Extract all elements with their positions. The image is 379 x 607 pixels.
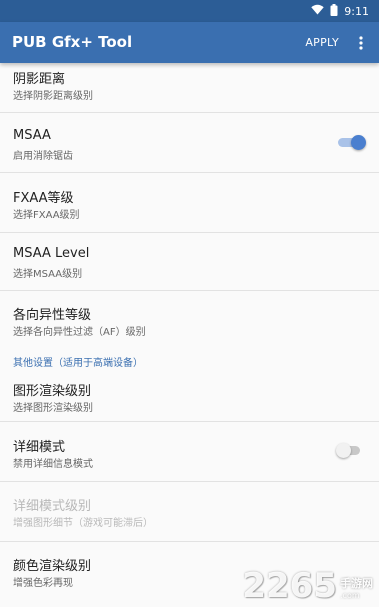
pref-summary: 增强色彩再现 (13, 578, 73, 589)
app-title: PUB Gfx+ Tool (12, 33, 133, 51)
watermark-number: 2265 (242, 566, 337, 606)
settings-list: 阴影距离 选择阴影距离级别 MSAA 启用消除锯齿 FXAA等级 选择FXAA级… (0, 63, 379, 602)
pref-fxaa[interactable]: FXAA等级 选择FXAA级别 (0, 173, 379, 233)
wifi-icon (311, 4, 324, 18)
watermark-label: 手游网 (340, 577, 373, 590)
app-bar: PUB Gfx+ Tool APPLY (0, 22, 379, 63)
pref-summary: 启用消除锯齿 (13, 151, 73, 162)
watermark-url: .com (340, 591, 360, 600)
pref-title: MSAA Level (13, 246, 90, 261)
pref-title: 各向异性等级 (13, 308, 92, 323)
pref-summary: 选择各向异性过滤（AF）级别 (13, 327, 146, 338)
pref-shadow-distance[interactable]: 阴影距离 选择阴影距离级别 (0, 63, 379, 113)
status-time: 9:11 (344, 4, 369, 18)
pref-msaa-level[interactable]: MSAA Level 选择MSAA级别 (0, 233, 379, 291)
pref-summary: 选择FXAA级别 (13, 210, 80, 221)
detail-mode-toggle[interactable] (336, 443, 362, 458)
pref-title: MSAA (13, 128, 51, 143)
pref-title: 颜色渲染级别 (13, 559, 92, 574)
pref-detail-mode-level: 详细模式级别 增强图形细节（游戏可能滞后） (0, 482, 379, 542)
battery-icon (330, 3, 338, 19)
msaa-toggle[interactable] (338, 135, 366, 150)
toggle-thumb (336, 443, 351, 458)
more-vert-icon[interactable] (351, 22, 371, 63)
status-bar: 9:11 (0, 0, 379, 22)
category-header: 其他设置（适用于高端设备） (0, 348, 379, 374)
pref-title: 图形渲染级别 (13, 384, 92, 399)
pref-anisotropic[interactable]: 各向异性等级 选择各向异性过滤（AF）级别 (0, 291, 379, 348)
pref-summary: 选择MSAA级别 (13, 269, 83, 280)
pref-summary: 选择阴影距离级别 (13, 91, 93, 102)
pref-title: FXAA等级 (13, 191, 74, 206)
pref-summary: 选择图形渲染级别 (13, 403, 93, 414)
pref-title: 详细模式级别 (13, 499, 92, 514)
apply-button[interactable]: APPLY (305, 22, 339, 63)
pref-render-level[interactable]: 图形渲染级别 选择图形渲染级别 (0, 374, 379, 422)
pref-summary: 增强图形细节（游戏可能滞后） (13, 518, 153, 529)
pref-summary: 禁用详细信息模式 (13, 459, 93, 470)
pref-detail-mode[interactable]: 详细模式 禁用详细信息模式 (0, 422, 379, 482)
toggle-thumb (351, 135, 366, 150)
site-watermark: 2265 手游网 .com (242, 569, 373, 603)
pref-msaa[interactable]: MSAA 启用消除锯齿 (0, 113, 379, 173)
pref-title: 详细模式 (13, 440, 66, 455)
category-title: 其他设置（适用于高端设备） (13, 358, 143, 369)
pref-title: 阴影距离 (13, 72, 66, 87)
